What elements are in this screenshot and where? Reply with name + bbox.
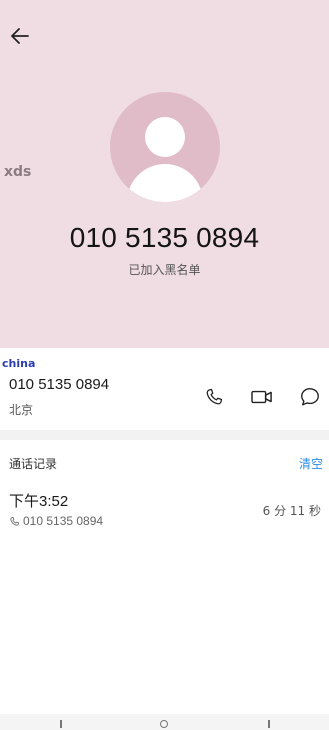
arrow-left-icon (11, 28, 29, 44)
phone-number-title: 010 5135 0894 (69, 222, 260, 253)
blocked-status: 已加入黑名单 (128, 263, 201, 277)
call-records-title: 通话记录 (9, 457, 58, 471)
nav-back-icon[interactable] (60, 720, 62, 728)
contact-info-row: 010 5135 0894 北京 (0, 348, 329, 430)
system-nav-bar (0, 714, 329, 730)
video-icon (251, 390, 272, 404)
contact-avatar (110, 92, 220, 202)
call-record-duration: 6 分 11 秒 (262, 504, 321, 518)
incoming-call-icon (10, 516, 20, 526)
contact-header: xds 010 5135 0894 已加入黑名单 (0, 0, 329, 348)
message-icon (301, 388, 319, 406)
watermark-china: china (2, 357, 36, 370)
nav-recents-icon[interactable] (268, 720, 270, 728)
back-button[interactable] (6, 22, 34, 50)
clear-records-button[interactable]: 清空 (299, 455, 323, 472)
section-divider (0, 430, 329, 440)
contact-location: 北京 (9, 403, 34, 417)
video-call-button[interactable] (249, 384, 275, 410)
call-button[interactable] (201, 384, 227, 410)
person-icon (145, 117, 185, 157)
call-record-number: 010 5135 0894 (23, 514, 104, 528)
message-button[interactable] (297, 384, 323, 410)
phone-icon (206, 388, 223, 405)
nav-home-icon[interactable] (160, 720, 168, 728)
call-record-time: 下午3:52 (9, 493, 69, 510)
watermark-text: xds (4, 164, 32, 180)
contact-number: 010 5135 0894 (9, 376, 110, 393)
